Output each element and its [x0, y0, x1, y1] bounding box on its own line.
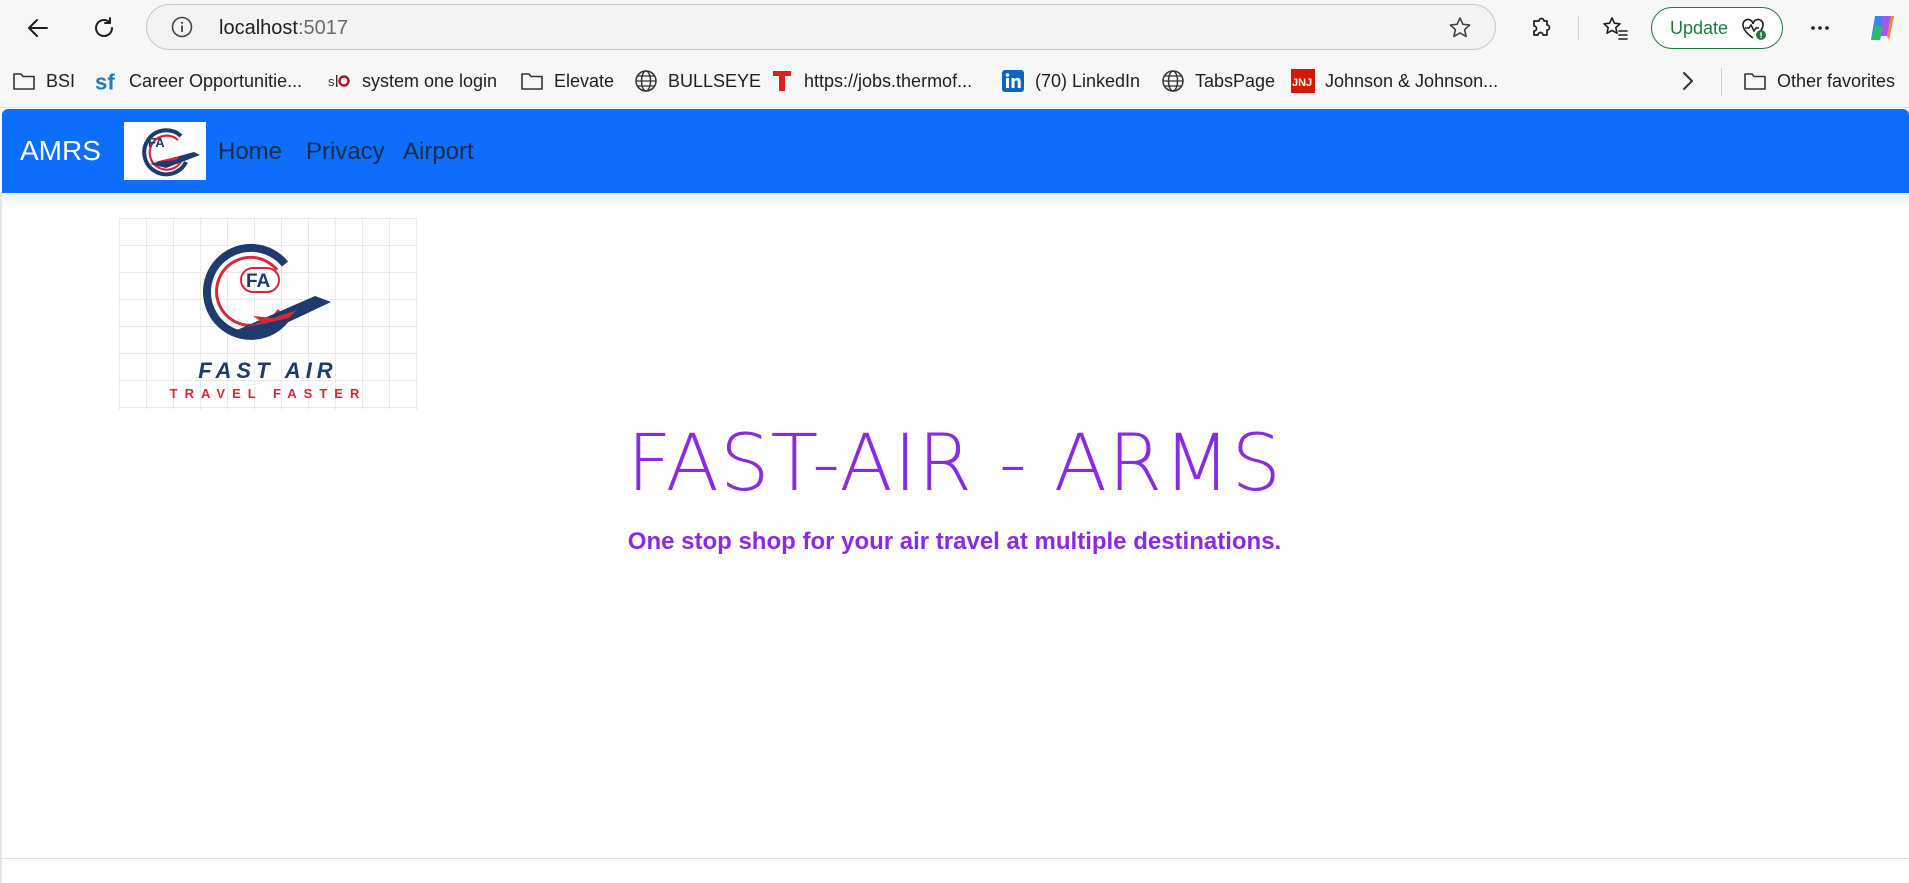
address-bar[interactable]: localhost:5017 — [146, 4, 1496, 50]
nav-privacy[interactable]: Privacy — [306, 138, 385, 166]
chevron-right-icon — [1676, 69, 1700, 93]
favorites-divider — [1721, 68, 1722, 96]
site-navbar: AMRS FA Home Privacy Airport — [2, 109, 1909, 193]
back-arrow-icon[interactable] — [18, 8, 58, 48]
navbar-logo[interactable]: FA — [124, 122, 206, 180]
favorite-item[interactable]: BULLSEYE — [634, 68, 761, 94]
other-favorites-label: Other favorites — [1777, 70, 1896, 91]
star-icon[interactable] — [1447, 15, 1473, 41]
footer-divider — [0, 858, 1909, 859]
globe-icon — [634, 69, 658, 93]
other-favorites[interactable]: Other favorites — [1743, 68, 1895, 94]
folder-icon — [1743, 69, 1767, 93]
url-port: :5017 — [297, 17, 348, 39]
nav-home[interactable]: Home — [218, 138, 282, 166]
brand-link[interactable]: AMRS — [20, 135, 101, 167]
favorite-item[interactable]: Elevate — [520, 68, 614, 94]
favorite-label: TabsPage — [1195, 70, 1276, 91]
favorites-bar: BSI sf Career Opportunitie... s system o… — [0, 56, 1909, 108]
favorite-item[interactable]: JNJ Johnson & Johnson... — [1291, 68, 1498, 94]
fast-air-logo: FA FAST AIR TRAVEL FASTER — [119, 218, 417, 410]
url-host: localhost — [219, 17, 298, 39]
favorite-item[interactable]: TabsPage — [1161, 68, 1275, 94]
favorite-item[interactable]: BSI — [12, 68, 75, 94]
url-text: localhost:5017 — [219, 16, 348, 40]
linkedin-icon — [1001, 69, 1025, 93]
puzzle-icon[interactable] — [1521, 8, 1561, 48]
favorite-label: Career Opportunitie... — [129, 70, 303, 91]
navbar-shadow — [2, 193, 1909, 205]
favorite-label: system one login — [362, 70, 498, 91]
favorites-icon[interactable] — [1595, 8, 1635, 48]
svg-text:sf: sf — [95, 69, 115, 93]
so-icon: s — [328, 69, 352, 93]
nav-airport[interactable]: Airport — [403, 138, 474, 166]
toolbar-divider — [1578, 16, 1579, 40]
update-label: Update — [1670, 18, 1729, 38]
browser-toolbar: localhost:5017 Update — [0, 0, 1909, 56]
favorite-item[interactable]: https://jobs.thermof... — [770, 68, 972, 94]
logo-tagline: TRAVEL FASTER — [170, 386, 367, 401]
sf-icon: sf — [95, 69, 119, 93]
favorite-label: (70) LinkedIn — [1035, 70, 1141, 91]
logo-name: FAST AIR — [198, 358, 337, 383]
folder-icon — [12, 69, 36, 93]
hero-subtitle: One stop shop for your air travel at mul… — [627, 528, 1282, 555]
jnj-icon: JNJ — [1291, 69, 1315, 93]
copilot-icon[interactable] — [1862, 8, 1902, 48]
navbar-logo-initials: FA — [148, 135, 165, 150]
more-icon[interactable] — [1800, 8, 1840, 48]
folder-icon — [520, 69, 544, 93]
favorite-item[interactable]: sf Career Opportunitie... — [95, 68, 302, 94]
favorite-label: https://jobs.thermof... — [804, 70, 973, 91]
browser-window: localhost:5017 Update BSI sf Career Oppo… — [0, 0, 1909, 883]
info-icon[interactable] — [171, 16, 193, 38]
favorite-item[interactable]: (70) LinkedIn — [1001, 68, 1140, 94]
heartbeat-icon — [1740, 16, 1768, 42]
favorite-item[interactable]: s system one login — [328, 68, 497, 94]
hero-title: FAST-AIR - ARMS — [626, 419, 1283, 509]
logo-initials: FA — [246, 271, 271, 292]
favorite-label: Johnson & Johnson... — [1325, 70, 1499, 91]
globe-icon — [1161, 69, 1185, 93]
t-icon — [770, 69, 794, 93]
favorite-label: BULLSEYE — [668, 70, 762, 91]
favorite-label: BSI — [46, 70, 76, 91]
refresh-icon[interactable] — [84, 8, 124, 48]
svg-text:s: s — [328, 74, 335, 89]
favorite-label: Elevate — [554, 70, 615, 91]
update-button[interactable]: Update — [1651, 7, 1783, 49]
svg-text:JNJ: JNJ — [1292, 77, 1312, 89]
favorites-overflow-chevron[interactable] — [1676, 68, 1700, 94]
